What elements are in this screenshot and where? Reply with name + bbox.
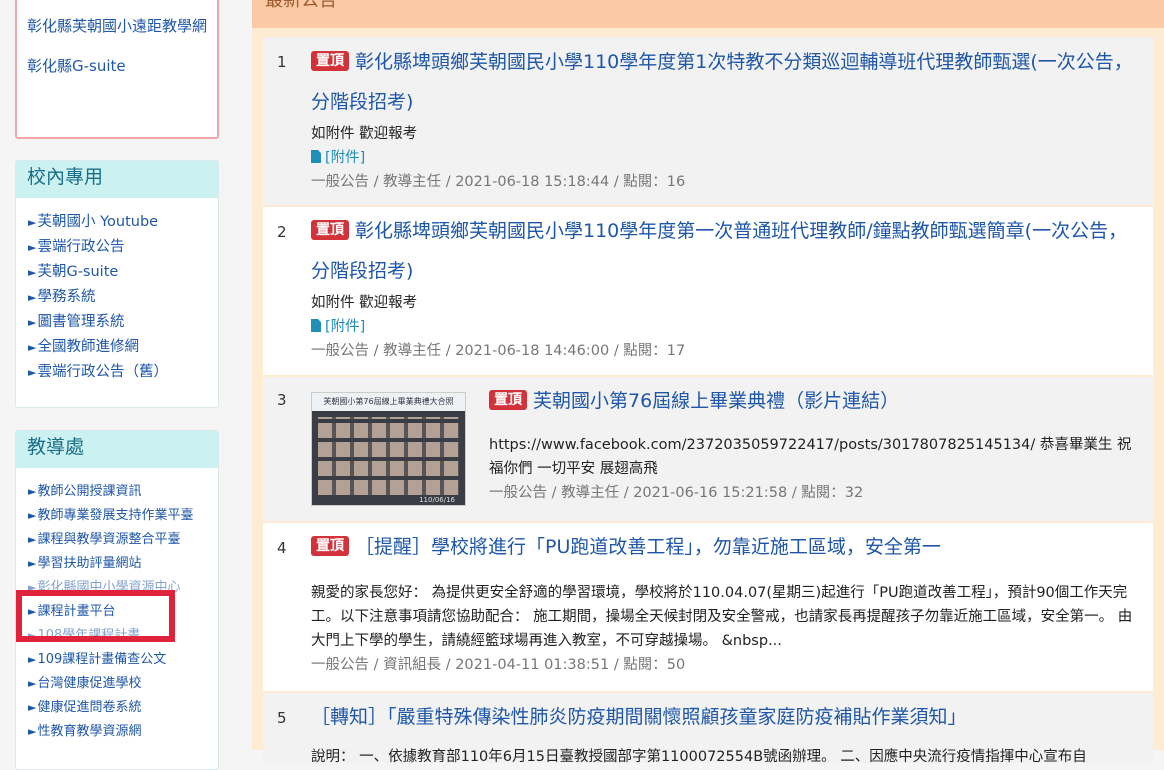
arrow-icon: ► [28,485,37,498]
sidebar-item-open-class[interactable]: ►教師公開授課資訊 [28,480,214,504]
document-icon [311,150,321,163]
thumbnail-caption: 芙朝國小第76屆線上畢業典禮大合照 [312,393,465,411]
pinned-badge: 置頂 [311,51,349,71]
announcement-row: 2 置頂 彰化縣埤頭鄉芙朝國民小學110學年度第一次普通班代理教師/鐘點教師甄選簡… [263,207,1153,375]
sidebar-link-remote-teaching[interactable]: 彰化縣芙朝國小遠距教學網 [27,14,217,38]
attachment-link[interactable]: [附件] [311,319,365,335]
document-icon [311,319,321,332]
sidebar-item-library[interactable]: ►圖書管理系統 [28,310,214,335]
announcement-title[interactable]: ［轉知］「嚴重特殊傳染性肺炎防疫期間關懷照顧孩童家庭防疫補貼作業須知」 [311,706,967,728]
pinned-badge: 置頂 [311,220,349,240]
announcement-desc: https://www.facebook.com/237203505972241… [489,437,1132,477]
sidebar-item-teacher-training[interactable]: ►全國教師進修網 [28,335,214,360]
announcement-title[interactable]: 置頂 芙朝國小第76屆線上畢業典禮（影片連結） [489,390,899,412]
sidebar-item-108-plan[interactable]: ►108學年課程計畫 [28,624,214,648]
arrow-icon: ► [28,725,37,738]
announcement-row: 4 置頂 ［提醒］學校將進行「PU跑道改善工程」，勿靠近施工區域，安全第一 親愛的… [263,523,1153,691]
announcement-meta: 一般公告 / 教導主任 / 2021-06-18 15:18:44 / 點閱：1… [311,174,686,190]
arrow-icon: ► [28,629,37,642]
graduation-thumbnail[interactable]: 芙朝國小第76屆線上畢業典禮大合照 110/06/16 [311,392,466,506]
sidebar-item-sex-education[interactable]: ►性教育教學資源網 [28,720,214,744]
arrow-icon: ► [28,366,37,379]
arrow-icon: ► [28,533,37,546]
announcement-meta: 一般公告 / 教導主任 / 2021-06-16 15:21:58 / 點閱：3… [489,485,864,501]
arrow-icon: ► [28,581,37,594]
links-panel: 彰化縣芙朝國小遠距教學網 彰化縣G-suite [15,0,219,139]
arrow-icon: ► [28,701,37,714]
arrow-icon: ► [28,341,37,354]
announcement-title[interactable]: 置頂 ［提醒］學校將進行「PU跑道改善工程」，勿靠近施工區域，安全第一 [311,536,941,558]
sidebar-item-health-survey[interactable]: ►健康促進問卷系統 [28,696,214,720]
pinned-badge: 置頂 [311,536,349,556]
announcement-meta: 一般公告 / 教導主任 / 2021-06-18 14:46:00 / 點閱：1… [311,343,686,359]
pinned-badge: 置頂 [489,390,527,410]
announcement-meta: 一般公告 / 資訊組長 / 2021-04-11 01:38:51 / 點閱：5… [311,657,686,673]
section-header: 最新公告 [252,0,1164,28]
attachment-link[interactable]: [附件] [311,150,365,166]
sidebar-item-student-affairs[interactable]: ►學務系統 [28,285,214,310]
announcement-desc: 親愛的家長您好： 為提供更安全舒適的學習環境，學校將於110.04.07(星期三… [311,585,1133,649]
sidebar-item-cloud-admin-old[interactable]: ►雲端行政公告（舊） [28,360,214,385]
arrow-icon: ► [28,557,37,570]
row-number: 3 [277,391,287,409]
sidebar-item-health-school[interactable]: ►台灣健康促進學校 [28,672,214,696]
announcement-desc: 如附件 歡迎報考 [311,126,418,142]
announcement-desc: 如附件 歡迎報考 [311,295,418,311]
sidebar: 彰化縣芙朝國小遠距教學網 彰化縣G-suite 校內專用 ►芙朝國小 Youtu… [0,0,238,770]
announcement-title[interactable]: 置頂 彰化縣埤頭鄉芙朝國民小學110學年度第一次普通班代理教師/鐘點教師甄選簡章(… [311,220,1127,282]
row-number: 5 [277,709,287,727]
arrow-icon: ► [28,266,37,279]
sidebar-item-curriculum-plan[interactable]: ►課程計畫平台 [28,600,214,624]
announcements-section: 最新公告 1 置頂 彰化縣埤頭鄉芙朝國民小學110學年度第1次特教不分類巡迴輔導班… [252,0,1164,763]
arrow-icon: ► [28,216,37,229]
academic-panel-title: 教導處 [16,431,218,468]
sidebar-item-cloud-admin[interactable]: ►雲端行政公告 [28,235,214,260]
announcement-row: 3 芙朝國小第76屆線上畢業典禮大合照 110/06/16 置頂 芙朝國小第76屆… [263,377,1153,521]
announcement-desc: 說明： 一、依據教育部110年6月15日臺教授國部字第1100072554B號函… [311,749,1087,763]
sidebar-item-curriculum-resources[interactable]: ►課程與教學資源整合平臺 [28,528,214,552]
announcement-row: 1 置頂 彰化縣埤頭鄉芙朝國民小學110學年度第1次特教不分類巡迴輔導班代理教師甄… [263,37,1153,205]
thumbnail-date: 110/06/16 [419,496,455,504]
sidebar-item-gsuite[interactable]: ►芙朝G-suite [28,260,214,285]
sidebar-link-gsuite[interactable]: 彰化縣G-suite [27,54,213,78]
sidebar-item-youtube[interactable]: ►芙朝國小 Youtube [28,210,214,235]
arrow-icon: ► [28,509,37,522]
academic-panel: 教導處 ►教師公開授課資訊 ►教師專業發展支持作業平臺 ►課程與教學資源整合平臺… [15,430,219,770]
arrow-icon: ► [28,316,37,329]
arrow-icon: ► [28,241,37,254]
campus-panel: 校內專用 ►芙朝國小 Youtube ►雲端行政公告 ►芙朝G-suite ►學… [15,160,219,408]
row-number: 4 [277,539,287,557]
sidebar-item-resource-center[interactable]: ►彰化縣國中小學資源中心 [28,576,214,600]
sidebar-item-109-plan[interactable]: ►109課程計畫備查公文 [28,648,214,672]
campus-panel-title: 校內專用 [16,161,218,198]
announcement-row: 5 ［轉知］「嚴重特殊傳染性肺炎防疫期間關懷照顧孩童家庭防疫補貼作業須知」 說明… [263,693,1153,763]
arrow-icon: ► [28,677,37,690]
sidebar-item-learning-assessment[interactable]: ►學習扶助評量網站 [28,552,214,576]
arrow-icon: ► [28,653,37,666]
row-number: 1 [277,53,287,71]
announcement-title[interactable]: 置頂 彰化縣埤頭鄉芙朝國民小學110學年度第1次特教不分類巡迴輔導班代理教師甄選(… [311,51,1133,113]
arrow-icon: ► [28,291,37,304]
row-number: 2 [277,223,287,241]
arrow-icon: ► [28,605,37,618]
sidebar-item-teacher-dev[interactable]: ►教師專業發展支持作業平臺 [28,504,214,528]
